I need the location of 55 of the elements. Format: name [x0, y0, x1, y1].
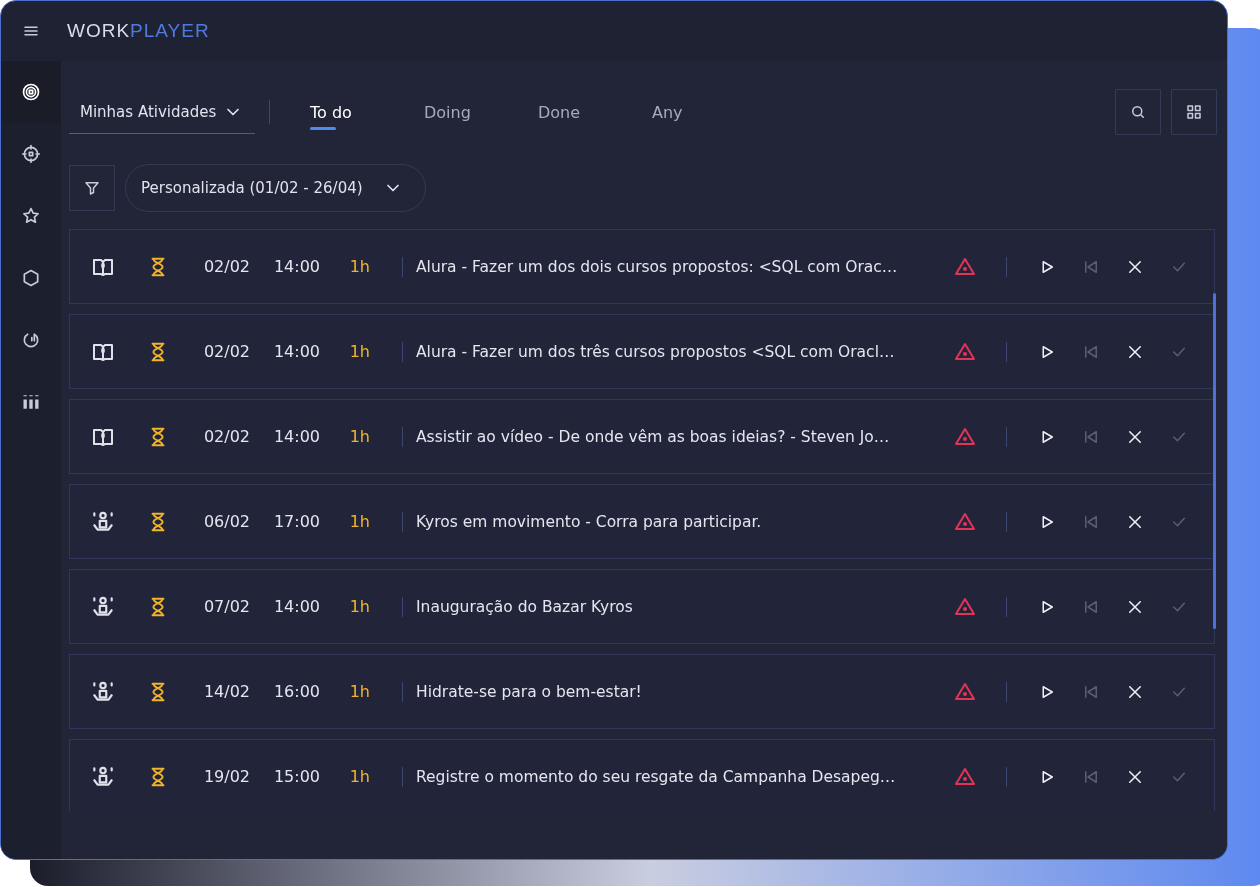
activity-title: Inauguração do Bazar Kyros: [416, 597, 634, 616]
activity-row[interactable]: 14/02 16:00 1h Hidrate-se para o bem-estar!: [69, 654, 1215, 729]
activity-duration: 1h: [348, 427, 370, 446]
activity-row[interactable]: 07/02 14:00 1h Inauguração do Bazar Kyros: [69, 569, 1215, 644]
status-tab[interactable]: Any: [638, 94, 752, 130]
activity-time: 14:00: [272, 257, 320, 276]
status-tab[interactable]: Done: [524, 94, 638, 130]
activity-title: Hidrate-se para o bem-estar!: [416, 682, 643, 701]
star-icon: [21, 206, 41, 226]
sidebar-item[interactable]: [1, 61, 61, 123]
activity-row[interactable]: 06/02 17:00 1h Kyros em movimento - Corra para participar.: [69, 484, 1215, 559]
activity-title: Assistir ao vídeo - De onde vêm as boas ideias? - Steven Jo…: [416, 427, 891, 446]
status-tab[interactable]: Doing: [410, 94, 524, 130]
activity-time: 14:00: [272, 597, 320, 616]
activity-time: 17:00: [272, 512, 320, 531]
activity-title: Kyros em movimento - Corra para participar.: [416, 512, 763, 531]
activity-title: Registre o momento do seu resgate da Campanha Desapeg…: [416, 767, 897, 786]
activity-duration: 1h: [348, 512, 370, 531]
activity-duration: 1h: [348, 257, 370, 276]
status-tab[interactable]: To do: [296, 94, 410, 130]
grid-icon: [1185, 103, 1203, 121]
search-icon: [1129, 103, 1147, 121]
activity-date: 06/02: [202, 512, 250, 531]
crosshair-icon: [21, 144, 41, 164]
activity-date: 07/02: [202, 597, 250, 616]
scrollbar-thumb[interactable]: [1213, 293, 1216, 629]
activity-date: 14/02: [202, 682, 250, 701]
activity-row[interactable]: 02/02 14:00 1h Alura - Fazer um dos três cursos propostos <SQL com Oracl…: [69, 314, 1215, 389]
target-icon: [21, 82, 41, 102]
activity-duration: 1h: [348, 682, 370, 701]
activity-row[interactable]: 19/02 15:00 1h Registre o momento do seu resgate da Campanha Desapeg…: [69, 739, 1215, 811]
activity-date: 02/02: [202, 427, 250, 446]
grid-view-button[interactable]: [1171, 89, 1217, 135]
filter-icon: [83, 179, 101, 197]
activity-date: 19/02: [202, 767, 250, 786]
hexagon-icon: [21, 268, 41, 288]
activity-duration: 1h: [348, 597, 370, 616]
activity-duration: 1h: [348, 767, 370, 786]
view-dropdown[interactable]: Minhas Atividades: [69, 90, 255, 134]
activity-time: 15:00: [272, 767, 320, 786]
activity-time: 14:00: [272, 342, 320, 361]
bars-icon: [21, 392, 41, 412]
activity-time: 14:00: [272, 427, 320, 446]
activity-date: 02/02: [202, 257, 250, 276]
activity-title: Alura - Fazer um dos três cursos propostos <SQL com Oracl…: [416, 342, 896, 361]
activity-duration: 1h: [348, 342, 370, 361]
activity-row[interactable]: 02/02 14:00 1h Assistir ao vídeo - De onde vêm as boas ideias? - Steven Jo…: [69, 399, 1215, 474]
app-logo: WORKPLAYER: [67, 20, 210, 42]
activity-row[interactable]: 02/02 14:00 1h Alura - Fazer um dos dois cursos propostos: <SQL com Orac…: [69, 229, 1215, 304]
search-button[interactable]: [1115, 89, 1161, 135]
filter-button[interactable]: [69, 165, 115, 211]
activity-title: Alura - Fazer um dos dois cursos propostos: <SQL com Orac…: [416, 257, 899, 276]
activity-time: 16:00: [272, 682, 320, 701]
activity-date: 02/02: [202, 342, 250, 361]
gauge-icon: [21, 330, 41, 350]
